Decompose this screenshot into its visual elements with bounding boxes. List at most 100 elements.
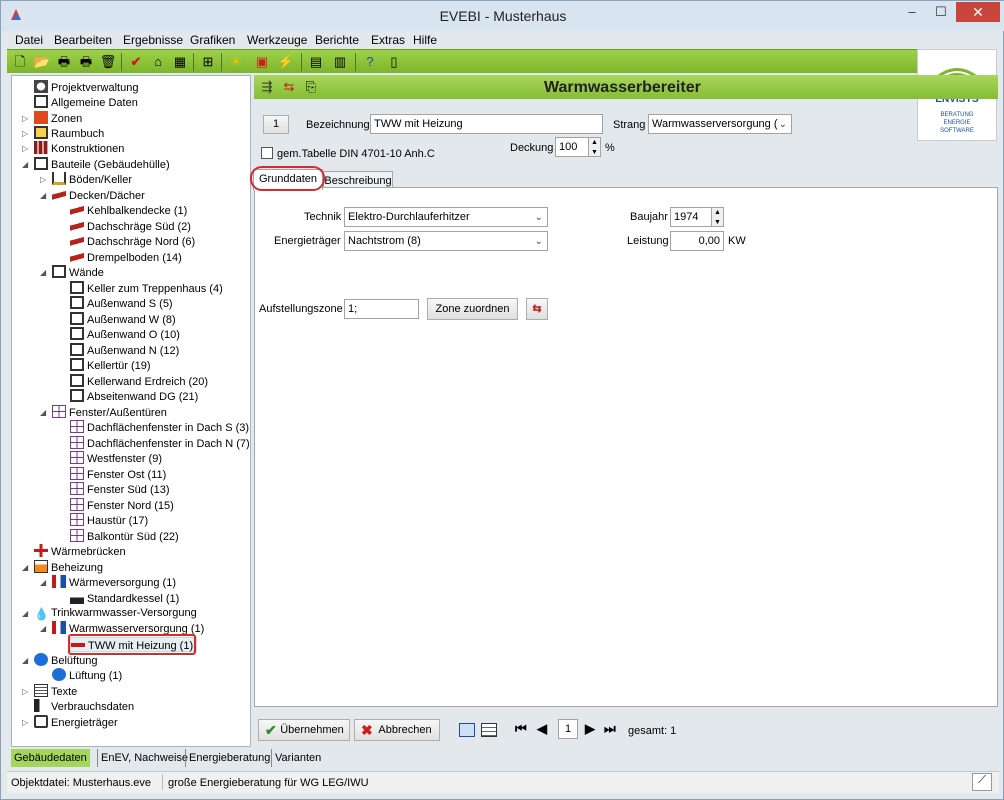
leistung-input[interactable]: 0,00 xyxy=(670,231,724,251)
sun-icon[interactable]: ☀ xyxy=(227,53,245,71)
expand-icon[interactable]: ▷ xyxy=(22,114,28,123)
expand-icon[interactable]: ▷ xyxy=(40,175,46,184)
tree-item-abseitenwand-dg[interactable]: Abseitenwand DG (21) xyxy=(70,389,198,404)
tree-item-drempelboden[interactable]: Drempelboden (14) xyxy=(70,250,182,265)
collapse-icon[interactable]: ◢ xyxy=(22,656,28,665)
new-icon[interactable]: 🗋 xyxy=(11,53,29,71)
collapse-icon[interactable]: ◢ xyxy=(22,160,28,169)
tree-item-kehlbalkendecke[interactable]: Kehlbalkendecke (1) xyxy=(70,203,187,218)
tree-item-aussenwand-w[interactable]: Außenwand W (8) xyxy=(70,312,176,327)
bottom-tab-varianten[interactable]: Varianten xyxy=(271,749,324,767)
collapse-icon[interactable]: ◢ xyxy=(22,609,28,618)
home-icon[interactable]: ⌂ xyxy=(149,53,167,71)
tree-item-fenster-aussentueren[interactable]: Fenster/Außentüren xyxy=(52,405,167,420)
tree-item-aussenwand-o[interactable]: Außenwand O (10) xyxy=(70,327,180,342)
tree-item-energietraeger[interactable]: Energieträger xyxy=(34,715,118,730)
strang-select[interactable]: Warmwasserversorgung (⌄ xyxy=(648,114,792,134)
menu-hilfe[interactable]: Hilfe xyxy=(413,33,437,47)
assign-icon[interactable]: ⇆ xyxy=(280,78,298,96)
collapse-icon[interactable]: ◢ xyxy=(40,578,46,587)
bottom-tab-energieberatung[interactable]: Energieberatung xyxy=(185,749,273,767)
tree-item-kellertuer[interactable]: Kellertür (19) xyxy=(70,358,151,373)
tree-item-keller-treppenhaus[interactable]: Keller zum Treppenhaus (4) xyxy=(70,281,223,296)
prev-page-icon[interactable]: ◀ xyxy=(537,721,547,737)
tree-item-fenster-sued[interactable]: Fenster Süd (13) xyxy=(70,482,170,497)
deckung-input[interactable]: 100 ▲ ▼ xyxy=(555,137,601,157)
collapse-icon[interactable]: ◢ xyxy=(40,624,46,633)
tree-item-zonen[interactable]: Zonen xyxy=(34,111,82,126)
print-preview-icon[interactable]: 🖶 xyxy=(77,53,95,71)
tree-item-waermeversorgung[interactable]: Wärmeversorgung (1) xyxy=(52,575,176,590)
energietraeger-select[interactable]: Nachtstrom (8) ⌄ xyxy=(344,231,548,251)
page-input[interactable]: 1 xyxy=(558,719,578,739)
tree-item-allgemeine-daten[interactable]: Allgemeine Daten xyxy=(34,95,138,110)
expand-icon[interactable]: ▷ xyxy=(22,129,28,138)
tree-item-boeden-keller[interactable]: Böden/Keller xyxy=(52,172,132,187)
last-page-icon[interactable]: ⏭ xyxy=(604,721,616,737)
tree-item-westfenster[interactable]: Westfenster (9) xyxy=(70,451,162,466)
aufstellungszone-input[interactable]: 1; xyxy=(344,299,419,319)
collapse-icon[interactable]: ◢ xyxy=(40,408,46,417)
spinner-icon[interactable]: ▲ ▼ xyxy=(588,138,600,156)
heating-icon[interactable]: ▣ xyxy=(253,53,271,71)
next-page-icon[interactable]: ▶ xyxy=(585,721,595,737)
baujahr-input[interactable]: 1974 ▲ ▼ xyxy=(670,207,724,227)
tree-item-standardkessel[interactable]: Standardkessel (1) xyxy=(70,591,179,606)
tree-item-balkontuer-sued[interactable]: Balkontür Süd (22) xyxy=(70,529,179,544)
menu-berichte[interactable]: Berichte xyxy=(315,33,359,47)
tree-item-dachschraege-nord[interactable]: Dachschräge Nord (6) xyxy=(70,234,195,249)
form-view-icon[interactable] xyxy=(459,723,475,737)
menu-grafiken[interactable]: Grafiken xyxy=(190,33,235,47)
tree-item-belueftung[interactable]: Belüftung xyxy=(34,653,97,668)
menu-ergebnisse[interactable]: Ergebnisse xyxy=(123,33,183,47)
expand-icon[interactable]: ▷ xyxy=(22,687,28,696)
menu-extras[interactable]: Extras xyxy=(371,33,405,47)
uebernehmen-button[interactable]: ✔ Übernehmen xyxy=(258,719,350,741)
collapse-icon[interactable]: ◢ xyxy=(40,191,46,200)
calculator-icon[interactable]: ▯ xyxy=(385,53,403,71)
insert-icon[interactable]: ⇶ xyxy=(258,78,276,96)
close-button[interactable]: ✕ xyxy=(956,2,1000,22)
tree-item-dachflaechenfenster-n[interactable]: Dachflächenfenster in Dach N (7) xyxy=(70,436,250,451)
tree-item-decken-daecher[interactable]: Decken/Dächer xyxy=(52,188,145,203)
tree-item-waermebruecken[interactable]: Wärmebrücken xyxy=(34,544,126,559)
bottom-tab-gebaeudedaten[interactable]: Gebäudedaten xyxy=(11,749,90,767)
tree-item-trinkwarmwasser[interactable]: 💧 Trinkwarmwasser-Versorgung xyxy=(34,606,197,621)
tree-item-aussenwand-s[interactable]: Außenwand S (5) xyxy=(70,296,173,311)
help-icon[interactable]: ? xyxy=(361,53,379,71)
menu-bearbeiten[interactable]: Bearbeiten xyxy=(54,33,112,47)
maximize-button[interactable]: ☐ xyxy=(927,2,955,22)
tree-item-beheizung[interactable]: Beheizung xyxy=(34,560,103,575)
tree-item-haustuer[interactable]: Haustür (17) xyxy=(70,513,148,528)
technik-select[interactable]: Elektro-Durchlauferhitzer ⌄ xyxy=(344,207,548,227)
first-page-icon[interactable]: ⏮ xyxy=(515,721,527,737)
menu-datei[interactable]: Datei xyxy=(15,33,43,47)
zone-zuordnen-button[interactable]: Zone zuordnen xyxy=(427,298,518,320)
tree-item-kellerwand-erdreich[interactable]: Kellerwand Erdreich (20) xyxy=(70,374,208,389)
bezeichnung-input[interactable]: TWW mit Heizung xyxy=(370,114,603,134)
tree-icon[interactable]: ⊞ xyxy=(199,53,217,71)
tree-item-waende[interactable]: Wände xyxy=(52,265,104,280)
tree-item-bauteile[interactable]: Bauteile (Gebäudehülle) xyxy=(34,157,170,172)
energy-icon[interactable]: ⚡ xyxy=(277,53,295,71)
tree-item-fenster-ost[interactable]: Fenster Ost (11) xyxy=(70,467,166,482)
tree-item-fenster-nord[interactable]: Fenster Nord (15) xyxy=(70,498,174,513)
tree-item-verbrauchsdaten[interactable]: Verbrauchsdaten xyxy=(34,699,134,714)
menu-werkzeuge[interactable]: Werkzeuge xyxy=(247,33,307,47)
tree-item-aussenwand-n[interactable]: Außenwand N (12) xyxy=(70,343,179,358)
tree-item-konstruktionen[interactable]: Konstruktionen xyxy=(34,141,124,156)
assign-zone-icon[interactable]: ⇆ xyxy=(526,298,548,320)
copy-icon[interactable]: ⎘ xyxy=(302,78,320,96)
check-icon[interactable]: ✔ xyxy=(127,53,145,71)
delete-icon[interactable]: 🗑 xyxy=(99,53,117,71)
expand-icon[interactable]: ▷ xyxy=(22,144,28,153)
table-icon[interactable]: ▦ xyxy=(171,53,189,71)
tree-item-texte[interactable]: Texte xyxy=(34,684,77,699)
open-icon[interactable]: 📂 xyxy=(33,53,51,71)
gem-tabelle-checkbox[interactable] xyxy=(261,147,273,159)
collapse-icon[interactable]: ◢ xyxy=(22,563,28,572)
expand-icon[interactable]: ▷ xyxy=(22,718,28,727)
abbrechen-button[interactable]: ✖ Abbrechen xyxy=(354,719,440,741)
tree-item-dachschraege-sued[interactable]: Dachschräge Süd (2) xyxy=(70,219,191,234)
collapse-icon[interactable]: ◢ xyxy=(40,268,46,277)
